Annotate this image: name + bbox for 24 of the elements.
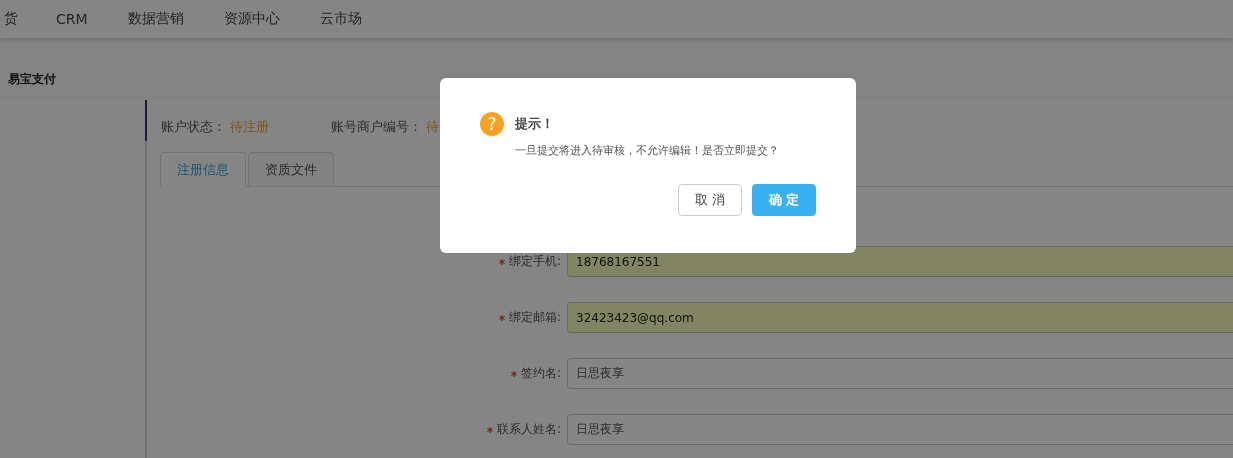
nav-item[interactable]: 货 — [4, 10, 18, 28]
nav-item[interactable]: 数据营销 — [127, 10, 184, 28]
merchant-value: 待 — [426, 119, 440, 134]
tab[interactable]: 资质文件 — [248, 152, 334, 187]
cancel-button[interactable]: 取 消 — [678, 184, 742, 216]
input-field[interactable]: 32423423@qq.com — [567, 302, 1233, 333]
dialog-title: 提示！ — [515, 115, 554, 133]
field-label: 联系人姓名: — [496, 422, 561, 436]
field-label: 绑定邮箱: — [508, 310, 561, 324]
question-icon: ? — [480, 112, 504, 136]
tab[interactable]: 注册信息 — [160, 152, 246, 187]
confirm-button[interactable]: 确 定 — [752, 184, 816, 216]
input-field[interactable]: 日思夜享 — [567, 414, 1233, 445]
nav-item[interactable]: 资源中心 — [223, 10, 280, 28]
status-value: 待注册 — [230, 119, 270, 134]
dialog-message: 一旦提交将进入待审核，不允许编辑！是否立即提交？ — [515, 143, 780, 158]
nav-item[interactable]: 云市场 — [319, 10, 362, 28]
nav-item[interactable]: CRM — [56, 11, 88, 27]
breadcrumb: 易宝支付 — [8, 71, 56, 88]
status-label: 账户状态： — [161, 119, 226, 134]
field-label: 绑定手机: — [508, 254, 561, 268]
field-label: 签约名: — [520, 366, 561, 380]
input-field[interactable]: 日思夜享 — [567, 358, 1233, 389]
merchant-label: 账号商户编号： — [331, 119, 423, 134]
